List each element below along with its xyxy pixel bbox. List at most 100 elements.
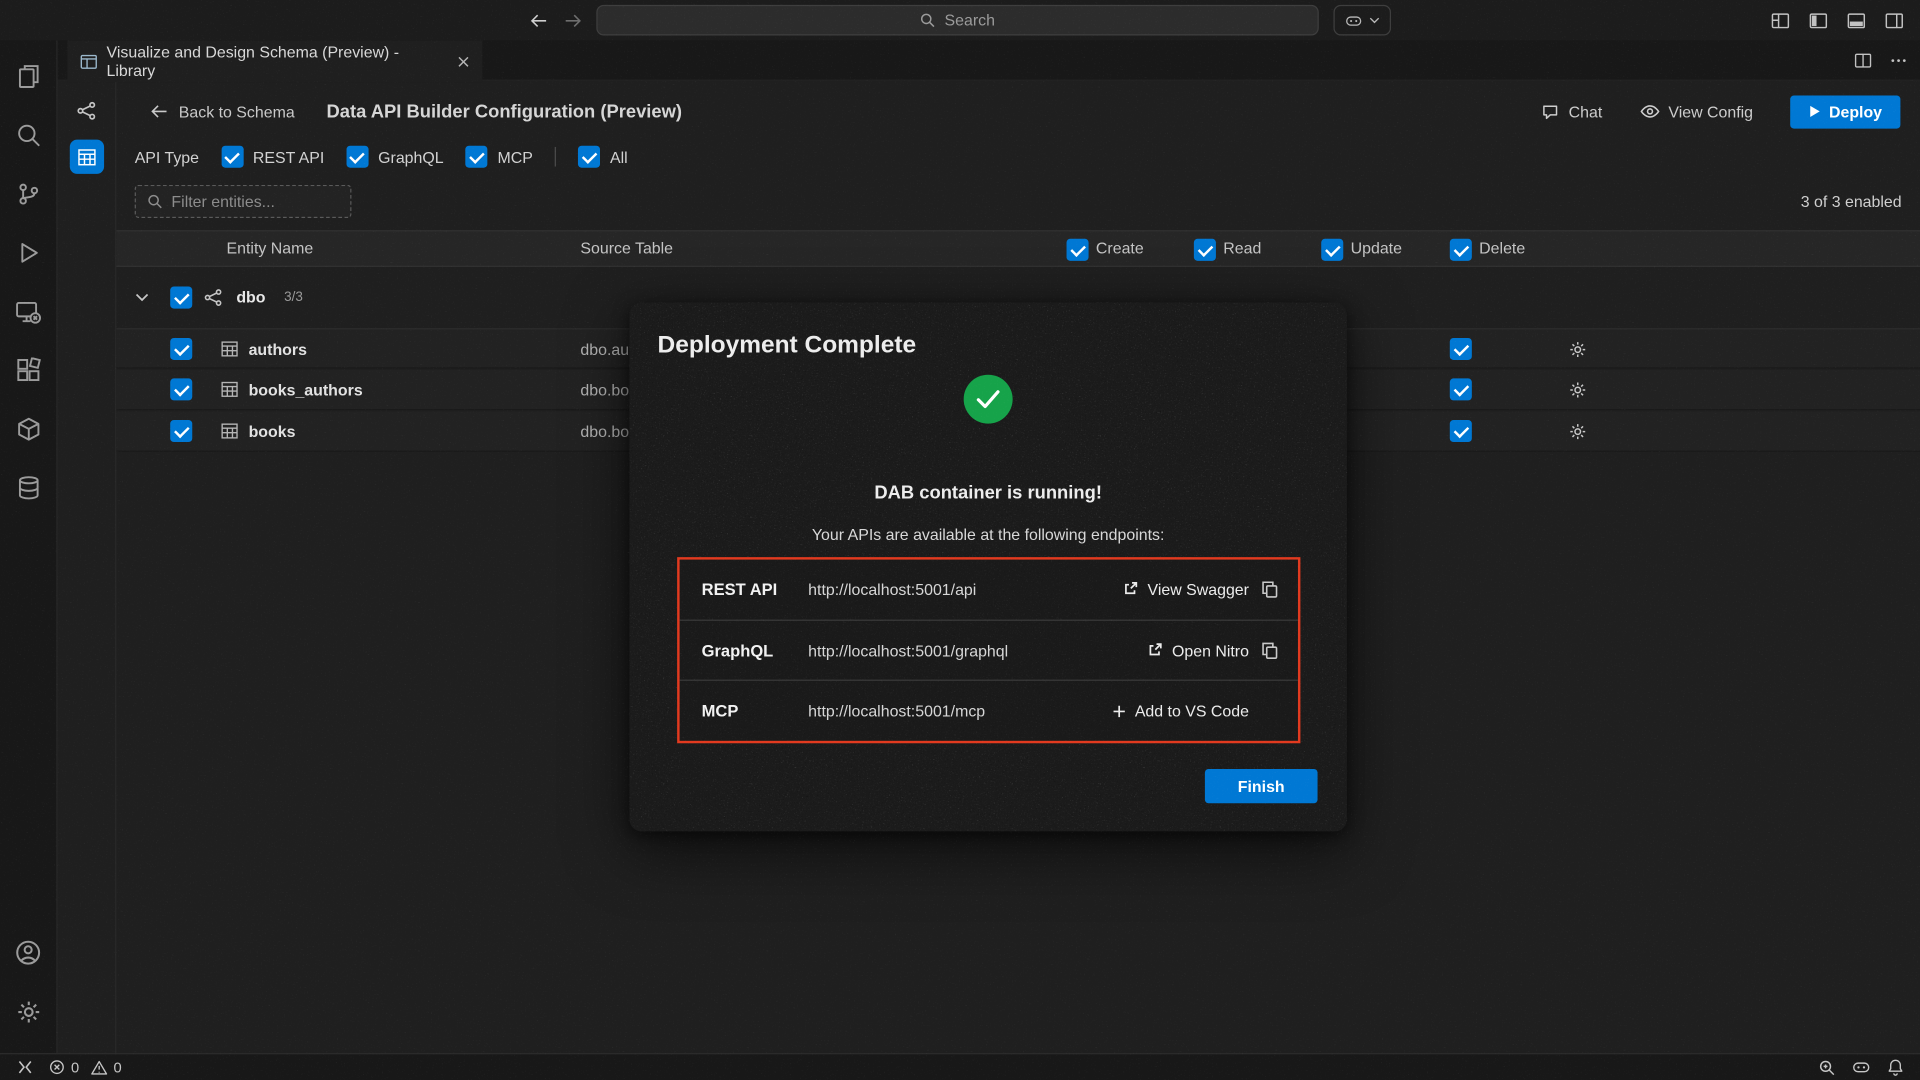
copy-icon[interactable] (1261, 641, 1278, 659)
vscode-window: Search Visualize and Design Schema (Prev… (0, 0, 1920, 1080)
copy-icon[interactable] (1261, 580, 1278, 598)
split-editor-icon[interactable] (1854, 51, 1872, 69)
endpoint-action-label: View Swagger (1148, 580, 1249, 598)
create-all-checkbox[interactable] (1067, 239, 1089, 261)
group-select-checkbox[interactable] (170, 287, 192, 309)
back-arrow-icon[interactable] (530, 13, 547, 28)
remote-explorer-icon (15, 298, 42, 324)
command-center-search[interactable]: Search (596, 5, 1318, 36)
panel-bottom-icon[interactable] (1847, 10, 1867, 30)
problems-indicator[interactable]: 0 0 (49, 1059, 122, 1076)
chevron-down-icon (1369, 17, 1380, 24)
remote-icon[interactable] (16, 1059, 34, 1075)
update-all-checkbox[interactable] (1321, 239, 1343, 261)
deploy-button[interactable]: Deploy (1790, 95, 1901, 128)
entity-name-header: Entity Name (227, 231, 314, 265)
entity-name: authors (249, 329, 307, 369)
view-config-button[interactable]: View Config (1639, 102, 1753, 120)
op-delete-checkbox[interactable] (1450, 378, 1472, 400)
table-icon (220, 422, 238, 439)
status-bar: 0 0 (0, 1053, 1920, 1080)
run-debug-icon (15, 239, 41, 265)
more-actions-icon[interactable] (1889, 51, 1907, 69)
source-table-header: Source Table (580, 231, 673, 265)
table-icon (220, 381, 238, 398)
finish-button[interactable]: Finish (1205, 769, 1318, 803)
activity-database-projects[interactable] (0, 399, 57, 458)
endpoint-name: GraphQL (702, 641, 809, 659)
endpoints-box-highlight: REST API http://localhost:5001/api View … (677, 557, 1300, 743)
close-icon[interactable] (457, 54, 470, 67)
database-project-icon (15, 416, 41, 442)
chat-icon (1540, 102, 1560, 120)
chevron-down-icon[interactable] (135, 293, 150, 303)
back-to-schema-button[interactable]: Back to Schema (151, 102, 295, 120)
add-to-vscode-link[interactable]: Add to VS Code (1112, 702, 1249, 720)
table-config-icon (77, 148, 97, 166)
rest-api-checkbox[interactable] (221, 146, 243, 168)
activity-explorer[interactable] (0, 47, 57, 106)
endpoint-url: http://localhost:5001/api (808, 580, 976, 598)
tab-title: Visualize and Design Schema (Preview) - … (107, 43, 449, 80)
endpoint-action-label: Open Nitro (1172, 641, 1249, 659)
copilot-icon[interactable] (1851, 1058, 1871, 1076)
schema-designer-tab[interactable] (69, 96, 103, 125)
op-delete-checkbox[interactable] (1450, 338, 1472, 360)
panel-left-icon[interactable] (1809, 10, 1829, 30)
activity-run-debug[interactable] (0, 223, 57, 282)
tab-schema-designer[interactable]: Visualize and Design Schema (Preview) - … (67, 40, 482, 82)
activity-settings[interactable] (0, 982, 57, 1041)
endpoint-name: REST API (702, 580, 809, 598)
external-link-icon (1146, 642, 1163, 659)
endpoint-row: MCP http://localhost:5001/mcp Add to VS … (680, 680, 1298, 741)
designer-side-strip (58, 81, 117, 1053)
layout-customize-icon[interactable] (1771, 10, 1791, 30)
activity-remote-explorer[interactable] (0, 282, 57, 341)
panel-right-icon[interactable] (1884, 10, 1904, 30)
activity-search[interactable] (0, 105, 57, 164)
endpoint-row: REST API http://localhost:5001/api View … (680, 560, 1298, 620)
tab-bar: Visualize and Design Schema (Preview) - … (58, 40, 1920, 80)
create-header: Create (1096, 231, 1144, 265)
bell-icon[interactable] (1887, 1058, 1904, 1076)
forward-arrow-icon[interactable] (564, 13, 581, 28)
read-all-checkbox[interactable] (1194, 239, 1216, 261)
page-title: Data API Builder Configuration (Preview) (327, 101, 682, 122)
op-delete-checkbox[interactable] (1450, 420, 1472, 442)
all-checkbox[interactable] (578, 146, 600, 168)
row-select-checkbox[interactable] (170, 338, 192, 360)
entities-table-header: Entity Name Source Table Create Read Upd… (116, 230, 1920, 267)
row-select-checkbox[interactable] (170, 378, 192, 400)
endpoint-row: GraphQL http://localhost:5001/graphql Op… (680, 619, 1298, 680)
plus-icon (1112, 704, 1127, 719)
row-settings-gear-icon[interactable] (1569, 381, 1587, 399)
update-header: Update (1351, 231, 1402, 265)
copilot-menu-button[interactable] (1333, 5, 1391, 36)
warning-icon (90, 1060, 107, 1075)
search-icon (15, 122, 41, 148)
table-config-tab[interactable] (69, 140, 103, 174)
activity-database[interactable] (0, 458, 57, 517)
activity-extensions[interactable] (0, 340, 57, 399)
settings-gear-icon (15, 999, 41, 1025)
chat-button[interactable]: Chat (1540, 102, 1602, 120)
copilot-icon (1344, 12, 1362, 29)
row-select-checkbox[interactable] (170, 420, 192, 442)
extensions-icon (15, 357, 41, 383)
endpoint-url: http://localhost:5001/mcp (808, 702, 985, 720)
activity-account[interactable] (0, 923, 57, 982)
row-settings-gear-icon[interactable] (1569, 340, 1587, 358)
delete-all-checkbox[interactable] (1450, 239, 1472, 261)
view-swagger-link[interactable]: View Swagger (1122, 580, 1249, 598)
zoom-icon[interactable] (1818, 1059, 1835, 1076)
filter-entities-input[interactable] (171, 192, 339, 210)
source-control-icon (15, 181, 41, 207)
schema-designer-icon (76, 100, 97, 121)
account-icon (15, 939, 42, 966)
success-check-icon (964, 375, 1013, 424)
mcp-checkbox[interactable] (466, 146, 488, 168)
row-settings-gear-icon[interactable] (1569, 422, 1587, 440)
graphql-checkbox[interactable] (346, 146, 368, 168)
activity-source-control[interactable] (0, 164, 57, 223)
open-nitro-link[interactable]: Open Nitro (1146, 641, 1249, 659)
